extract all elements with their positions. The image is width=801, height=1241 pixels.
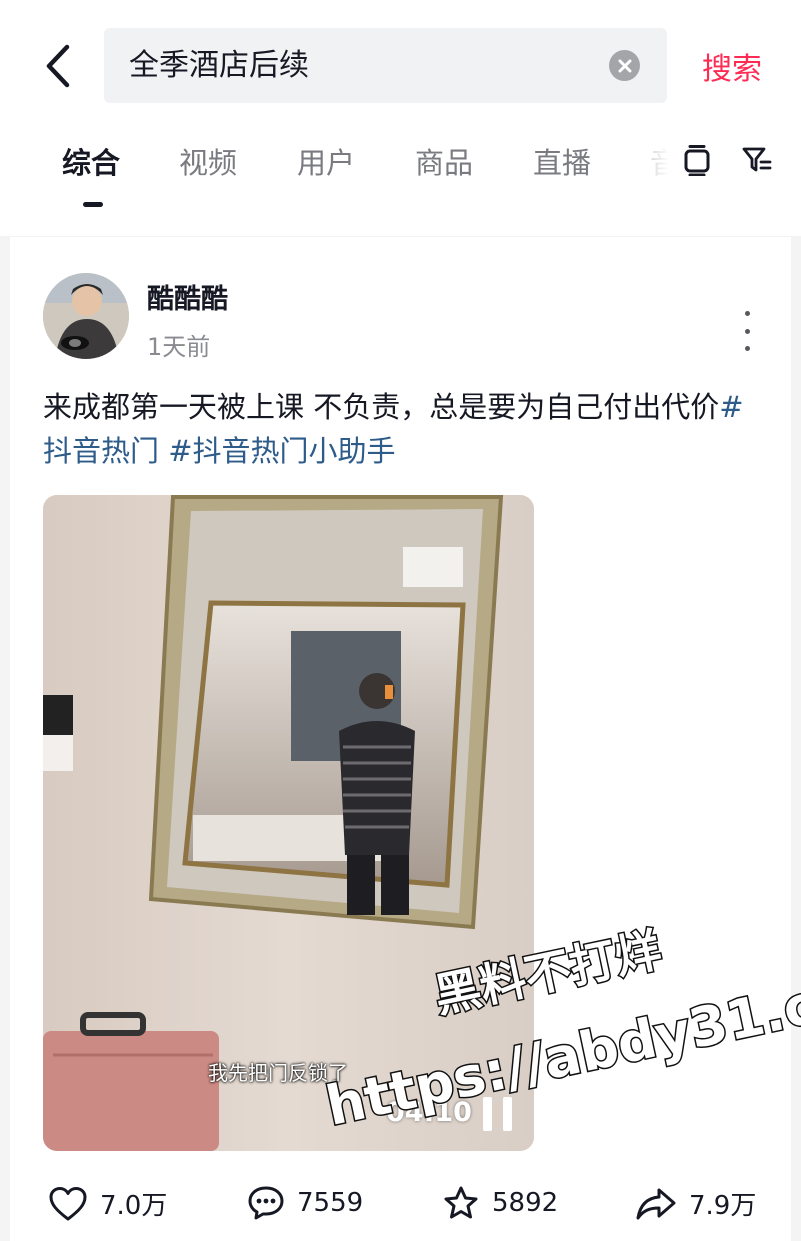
close-icon — [618, 59, 631, 72]
favorite-button[interactable]: 5892 — [442, 1185, 558, 1221]
video-subtitle: 我先把门反锁了 — [208, 1061, 348, 1085]
hashtag-link[interactable]: #抖音热门小助手 — [168, 434, 395, 468]
post-card: 酷酷酷 1天前 来成都第一天被上课 不负责，总是要为自己付出代价#抖音热门 #抖… — [10, 237, 791, 1241]
filter-button[interactable] — [740, 143, 774, 177]
star-icon — [444, 1186, 478, 1219]
like-button[interactable]: 7.0万 — [48, 1185, 167, 1222]
comment-button[interactable]: 7559 — [247, 1185, 363, 1221]
search-query-text[interactable]: 全季酒店后续 — [129, 28, 309, 103]
scan-frame-icon — [684, 145, 710, 176]
pause-button[interactable] — [483, 1097, 515, 1131]
search-header: 全季酒店后续 搜索 — [0, 0, 801, 118]
comment-icon — [248, 1186, 284, 1220]
tab-users[interactable]: 用户 — [297, 140, 355, 182]
post-caption: 来成都第一天被上课 不负责，总是要为自己付出代价#抖音热门 #抖音热门小助手 — [43, 385, 763, 473]
comment-count: 7559 — [297, 1188, 364, 1218]
more-dots-icon — [744, 311, 750, 316]
search-input[interactable]: 全季酒店后续 — [104, 28, 667, 103]
username[interactable]: 酷酷酷 — [147, 277, 228, 316]
clear-search-button[interactable] — [609, 50, 640, 81]
active-tab-indicator — [83, 202, 103, 207]
post-time: 1天前 — [147, 333, 211, 361]
share-count: 7.9万 — [689, 1191, 757, 1221]
pause-icon — [483, 1097, 492, 1131]
filter-icon — [742, 147, 772, 172]
tab-live[interactable]: 直播 — [533, 140, 591, 182]
share-button[interactable]: 7.9万 — [635, 1185, 756, 1222]
tab-comprehensive[interactable]: 综合 — [62, 140, 120, 182]
avatar[interactable] — [43, 273, 129, 359]
chevron-left-icon — [46, 44, 70, 88]
share-arrow-icon — [636, 1188, 676, 1219]
tab-videos[interactable]: 视频 — [179, 140, 237, 182]
avatar-image — [43, 273, 129, 359]
video-frame — [43, 495, 534, 1151]
search-button[interactable]: 搜索 — [702, 44, 762, 88]
search-tabs: 综合 视频 用户 商品 直播 音 — [0, 118, 801, 236]
more-options-button[interactable] — [732, 311, 762, 351]
like-count: 7.0万 — [100, 1191, 168, 1221]
video-duration: 04:10 — [386, 1097, 472, 1128]
video-player[interactable]: 我先把门反锁了 04:10 — [43, 495, 534, 1151]
scan-frame-button[interactable] — [680, 143, 714, 177]
heart-icon — [49, 1186, 87, 1220]
favorite-count: 5892 — [492, 1188, 559, 1218]
tab-products[interactable]: 商品 — [415, 140, 473, 182]
caption-text: 来成都第一天被上课 不负责，总是要为自己付出代价 — [43, 390, 720, 424]
back-button[interactable] — [36, 40, 80, 92]
post-actions: 7.0万 7559 5892 7.9万 — [10, 1177, 791, 1237]
